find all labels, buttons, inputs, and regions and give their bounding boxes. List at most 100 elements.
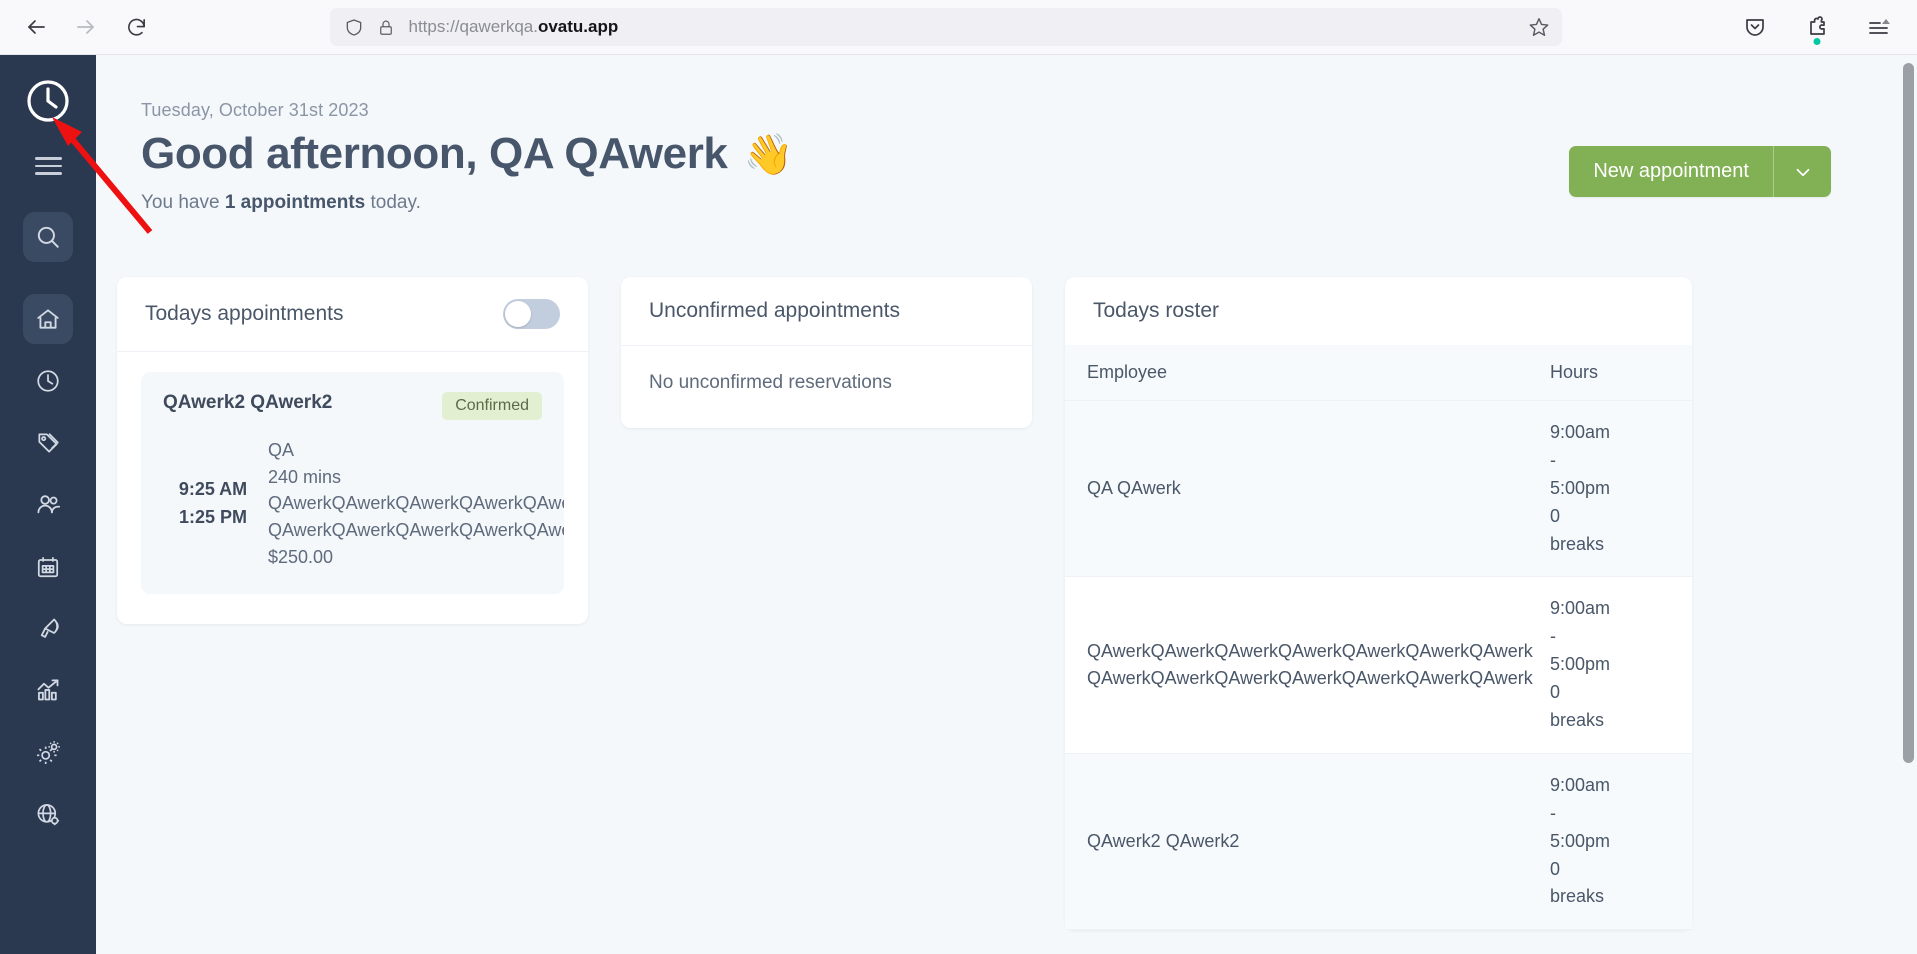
padlock-icon[interactable] (377, 17, 395, 38)
browser-right-buttons (1735, 7, 1917, 47)
todays-roster-title: Todays roster (1093, 299, 1220, 322)
bookmark-button[interactable] (1528, 16, 1550, 38)
summary-count: 1 appointments (224, 192, 366, 213)
table-row[interactable]: QA QAwerk 9:00am - 5:00pm 0 breaks (1065, 401, 1692, 578)
appointment-info: QA 240 mins QAwerkQAwerkQAwerkQAwerkQAwe… (268, 437, 564, 570)
home-icon (37, 308, 59, 329)
browser-toolbar: https://qawerkqa.ovatu.app (0, 0, 1917, 55)
roster-hours: 9:00am - 5:00pm 0 breaks (1550, 772, 1670, 911)
roster-hours-start: 9:00am (1550, 774, 1611, 795)
people-icon (36, 495, 60, 514)
sidebar-item-tag[interactable] (23, 418, 73, 468)
page-scrollbar[interactable] (1900, 55, 1917, 954)
sidebar-item-reports[interactable] (23, 666, 73, 716)
calendar-icon (37, 556, 59, 577)
reload-icon (127, 18, 145, 36)
todays-roster-header: Todays roster (1065, 277, 1692, 345)
application-frame: Tuesday, October 31st 2023 Good afternoo… (0, 55, 1917, 954)
unconfirmed-appointments-header: Unconfirmed appointments (621, 277, 1032, 346)
appointment-end-time: 1:25 PM (178, 506, 248, 527)
tag-icon (38, 432, 59, 453)
roster-hours-dash: - (1550, 626, 1556, 647)
appointment-client-name: QAwerk2 QAwerk2 (163, 392, 333, 413)
clock-logo-icon[interactable] (24, 77, 72, 130)
appointment-price: $250.00 (268, 546, 334, 567)
roster-column-hours: Hours (1550, 361, 1599, 382)
url-domain: ovatu.app (537, 17, 619, 36)
main-content: Tuesday, October 31st 2023 Good afternoo… (96, 55, 1917, 954)
gears-icon (36, 741, 60, 764)
forward-button[interactable] (66, 7, 106, 47)
roster-hours: 9:00am - 5:00pm 0 breaks (1550, 419, 1670, 558)
summary-suffix: today. (365, 192, 421, 213)
sidebar-item-clock[interactable] (23, 356, 73, 406)
todays-appointments-toggle[interactable] (503, 299, 560, 329)
roster-breaks-count: 0 (1550, 858, 1561, 879)
roster-hours-end: 5:00pm (1550, 830, 1611, 851)
roster-hours-dash: - (1550, 449, 1556, 470)
pocket-save-button[interactable] (1735, 7, 1775, 47)
roster-breaks-label: breaks (1550, 533, 1605, 554)
sidebar-item-settings[interactable] (23, 728, 73, 778)
unconfirmed-appointments-title: Unconfirmed appointments (649, 299, 900, 322)
roster-table-header-row: Employee Hours (1065, 345, 1692, 401)
address-bar[interactable]: https://qawerkqa.ovatu.app (329, 8, 1562, 46)
roster-breaks-count: 0 (1550, 505, 1561, 526)
appointment-duration: 240 mins (268, 466, 342, 487)
new-appointment-button[interactable]: New appointment (1569, 146, 1773, 197)
url-bar-container: https://qawerkqa.ovatu.app (156, 8, 1735, 46)
scrollbar-thumb[interactable] (1903, 63, 1914, 763)
greeting-text: Good afternoon, QA QAwerk (141, 129, 728, 178)
extensions-button[interactable] (1797, 7, 1837, 47)
roster-hours-end: 5:00pm (1550, 477, 1611, 498)
appointment-item[interactable]: QAwerk2 QAwerk2 Confirmed 9:25 AM 1:25 P… (141, 372, 564, 595)
roster-hours-start: 9:00am (1550, 598, 1611, 619)
todays-appointments-card: Todays appointments QAwerk2 QAwerk2 Conf… (117, 277, 588, 625)
status-badge: Confirmed (442, 392, 542, 420)
extensions-update-dot (1813, 38, 1821, 45)
sidebar-item-search[interactable] (23, 211, 73, 262)
url-text[interactable]: https://qawerkqa.ovatu.app (409, 17, 1528, 37)
clock-icon (37, 369, 59, 392)
sidebar-item-home[interactable] (23, 293, 73, 344)
sidebar-item-clients[interactable] (23, 480, 73, 530)
todays-appointments-header: Todays appointments (117, 277, 588, 352)
roster-hours-dash: - (1550, 802, 1556, 823)
search-icon (37, 226, 59, 248)
appointment-start-time: 9:25 AM (178, 478, 248, 499)
chevron-down-icon (1796, 168, 1809, 176)
extensions-puzzle-icon (1810, 16, 1825, 35)
roster-hours-end: 5:00pm (1550, 654, 1611, 675)
roster-breaks-count: 0 (1550, 682, 1561, 703)
table-row[interactable]: QAwerkQAwerkQAwerkQAwerkQAwerkQAwerkQAwe… (1065, 577, 1692, 754)
roster-employee-name: QAwerk2 QAwerk2 (1087, 831, 1240, 852)
roster-employee-name: QAwerkQAwerkQAwerkQAwerkQAwerkQAwerkQAwe… (1087, 641, 1533, 689)
new-appointment-button-group: New appointment (1569, 146, 1831, 197)
roster-hours-start: 9:00am (1550, 422, 1611, 442)
star-icon (1529, 18, 1548, 36)
url-prefix: https://qawerkqa. (408, 17, 538, 36)
current-date: Tuesday, October 31st 2023 (141, 100, 369, 120)
new-appointment-dropdown-button[interactable] (1773, 146, 1831, 197)
pocket-save-icon (1746, 19, 1764, 36)
sidebar-item-marketing[interactable] (23, 604, 73, 654)
reload-button[interactable] (116, 7, 156, 47)
app-menu-button[interactable] (1859, 7, 1899, 47)
dashboard-cards: Todays appointments QAwerk2 QAwerk2 Conf… (117, 277, 1692, 931)
roster-employee-name: QA QAwerk (1087, 478, 1181, 499)
address-bar-icons (344, 17, 395, 38)
sidebar-item-site-settings[interactable] (23, 790, 73, 840)
back-button[interactable] (16, 7, 56, 47)
unconfirmed-empty-message: No unconfirmed reservations (649, 372, 892, 393)
appointment-note-line-1: QAwerkQAwerkQAwerkQAwerkQAwerkQAwerkQAwe… (268, 493, 564, 514)
toggle-knob (505, 301, 531, 327)
app-menu-icon (1869, 19, 1890, 34)
roster-breaks-label: breaks (1550, 886, 1605, 907)
unconfirmed-appointments-card: Unconfirmed appointments No unconfirmed … (621, 277, 1032, 428)
sidebar-item-calendar[interactable] (23, 542, 73, 592)
appointment-service: QA (268, 440, 295, 460)
table-row[interactable]: QAwerk2 QAwerk2 9:00am - 5:00pm 0 breaks (1065, 753, 1692, 931)
hamburger-menu-icon[interactable] (34, 152, 62, 180)
browser-nav-buttons (0, 7, 156, 47)
shield-icon[interactable] (344, 17, 364, 38)
